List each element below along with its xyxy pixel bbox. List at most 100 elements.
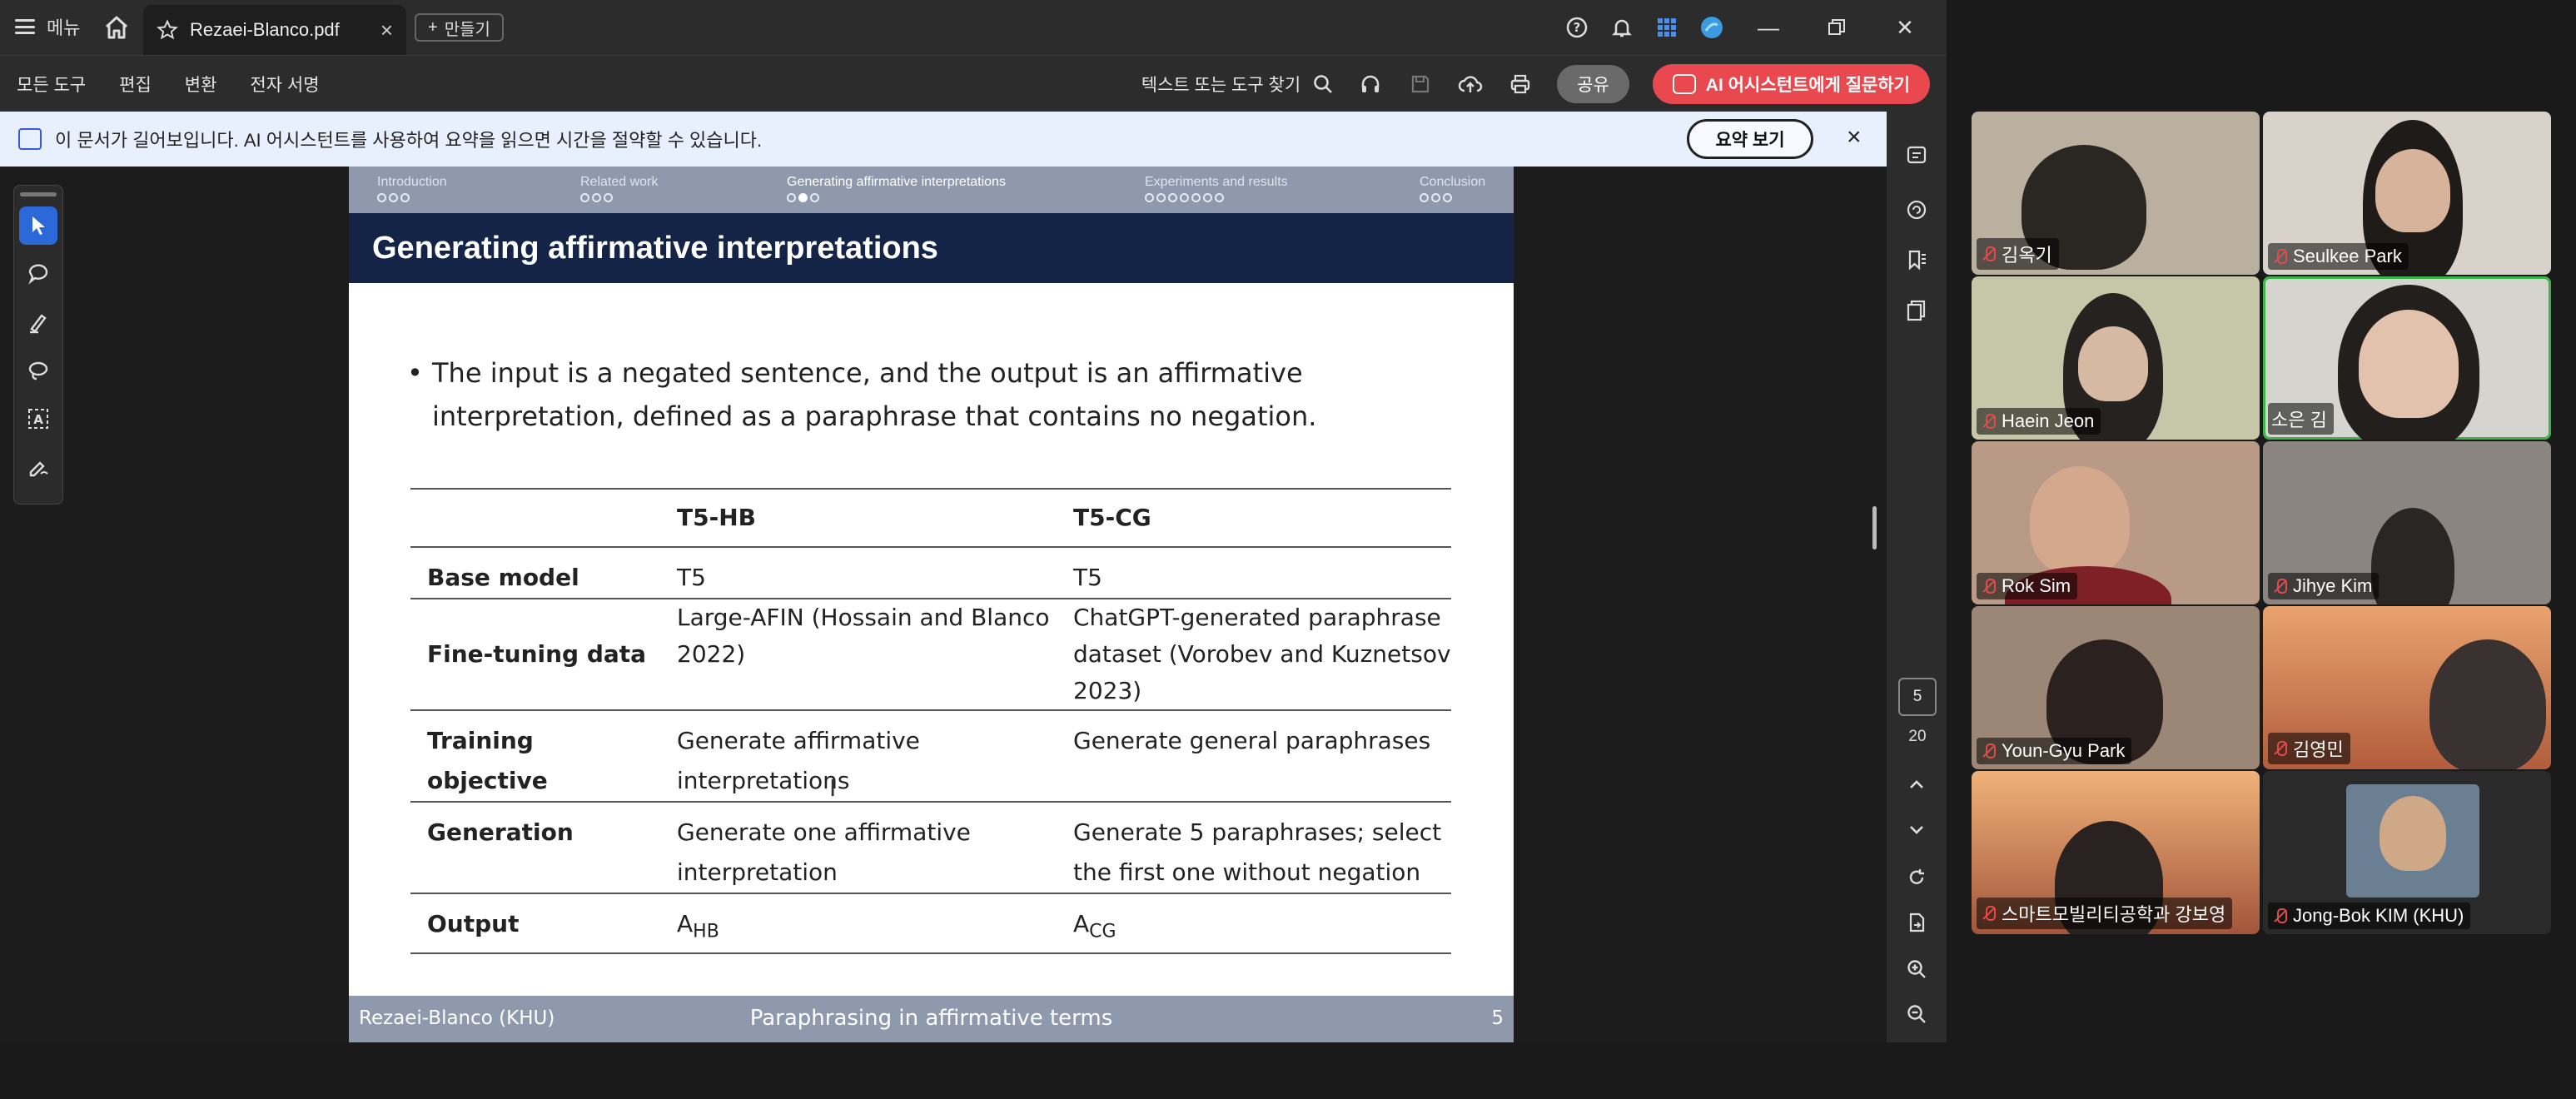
slide-title: Generating affirmative interpretations (349, 213, 1514, 283)
comments-panel-icon[interactable] (1903, 196, 1930, 223)
nav-dot[interactable] (1156, 193, 1166, 202)
apps-grid-icon[interactable] (1654, 14, 1680, 41)
menu-edit[interactable]: 편집 (119, 72, 152, 97)
cell-t5-hb: AHB (660, 893, 1057, 953)
profile-icon[interactable] (1698, 14, 1725, 41)
nav-section-introduction[interactable]: Introduction (377, 175, 447, 202)
home-button[interactable] (100, 12, 133, 43)
nav-section-generating[interactable]: Generating affirmative interpretations (787, 175, 1006, 202)
menu-label: 메뉴 (47, 17, 81, 38)
ai-assistant-label: AI 어시스턴트에게 질문하기 (1705, 76, 1910, 95)
table-row: Output AHB ACG (410, 893, 1451, 953)
participant-name-tag: 김영민 (2268, 733, 2350, 764)
bullet-mark: • (407, 357, 423, 389)
nav-section-conclusion[interactable]: Conclusion (1420, 175, 1485, 202)
nav-dot[interactable] (1431, 193, 1440, 202)
read-aloud-headphones-icon[interactable] (1357, 71, 1384, 97)
nav-dot[interactable] (1180, 193, 1189, 202)
nav-dot[interactable] (580, 193, 589, 202)
nav-dot[interactable] (604, 193, 613, 202)
participant-tile[interactable]: 스마트모빌리티공학과 강보영 (1972, 771, 2260, 934)
nav-dot[interactable] (400, 193, 410, 202)
table-row: Base model T5 T5 (410, 547, 1451, 599)
participant-face (2078, 326, 2148, 401)
zoom-in-icon[interactable] (1903, 956, 1930, 982)
chevron-down-icon[interactable] (1903, 816, 1930, 843)
search-icon (1314, 75, 1333, 93)
nav-dot[interactable] (810, 193, 819, 202)
participant-tile[interactable]: Youn-Gyu Park (1972, 606, 2260, 769)
participant-tile[interactable]: Jong-Bok KIM (KHU) (2263, 771, 2551, 934)
row-label: Training objective (427, 727, 548, 794)
output-symbol: A (677, 910, 694, 937)
view-summary-button[interactable]: 요약 보기 (1687, 119, 1813, 159)
help-icon[interactable]: ? (1564, 14, 1590, 41)
highlight-pen-icon[interactable] (19, 303, 57, 341)
participant-tile-active-speaker[interactable]: 소은 김 (2263, 276, 2551, 440)
nav-dot[interactable] (1215, 193, 1224, 202)
bookmark-panel-icon[interactable] (1903, 246, 1930, 273)
ai-summary-icon[interactable] (1903, 142, 1930, 168)
muted-mic-icon (1980, 904, 1998, 922)
page-extract-icon[interactable] (1903, 909, 1930, 936)
participant-tile[interactable]: Jihye Kim (2263, 441, 2551, 604)
nav-dot[interactable] (377, 193, 386, 202)
view-summary-label: 요약 보기 (1715, 131, 1785, 150)
lasso-draw-icon[interactable] (19, 351, 57, 390)
sign-pen-icon[interactable] (19, 448, 57, 486)
nav-section-related-work[interactable]: Related work (580, 175, 658, 202)
save-icon[interactable] (1407, 71, 1434, 97)
menu-convert[interactable]: 변환 (185, 72, 217, 97)
print-icon[interactable] (1507, 71, 1534, 97)
participant-tile[interactable]: Rok Sim (1972, 441, 2260, 604)
select-tool-cursor-icon[interactable] (19, 206, 57, 245)
participant-tile[interactable]: Seulkee Park (2263, 112, 2551, 275)
rotate-icon[interactable] (1903, 864, 1930, 891)
star-icon[interactable] (157, 19, 178, 41)
vertical-scrollbar-thumb[interactable] (1872, 506, 1877, 550)
output-subscript: HB (693, 921, 719, 942)
participant-name: Youn-Gyu Park (2002, 740, 2126, 761)
menu-e-sign[interactable]: 전자 서명 (250, 72, 319, 97)
svg-text:A: A (33, 412, 43, 427)
nav-dot[interactable] (798, 193, 808, 202)
comment-icon[interactable] (19, 255, 57, 293)
nav-dot[interactable] (389, 193, 398, 202)
bell-icon[interactable] (1609, 14, 1635, 41)
menu-all-tools[interactable]: 모든 도구 (17, 72, 86, 97)
share-button[interactable]: 공유 (1557, 65, 1629, 103)
ai-assistant-button[interactable]: AI 어시스턴트에게 질문하기 (1652, 64, 1930, 104)
notice-close-icon[interactable]: × (1847, 123, 1862, 152)
participant-tile[interactable]: Haein Jeon (1972, 276, 2260, 440)
rail-grip-handle[interactable] (20, 192, 57, 196)
nav-dot[interactable] (1145, 193, 1154, 202)
nav-dot[interactable] (1443, 193, 1452, 202)
nav-dot[interactable] (592, 193, 601, 202)
new-tab-button[interactable]: + 만들기 (415, 13, 504, 42)
pages-panel-icon[interactable] (1903, 296, 1930, 323)
minimize-icon[interactable]: — (1743, 11, 1793, 44)
nav-dot[interactable] (1203, 193, 1212, 202)
close-window-icon[interactable]: ✕ (1880, 11, 1930, 44)
find-tools-search[interactable]: 텍스트 또는 도구 찾기 (1141, 72, 1334, 97)
nav-dot[interactable] (1420, 193, 1429, 202)
table-header-row: T5-HB T5-CG (410, 489, 1451, 547)
new-tab-label: 만들기 (444, 20, 490, 39)
muted-mic-icon (2271, 907, 2290, 925)
participant-tile[interactable]: 김옥기 (1972, 112, 2260, 275)
nav-section-experiments[interactable]: Experiments and results (1145, 175, 1288, 202)
participant-tile[interactable]: 김영민 (2263, 606, 2551, 769)
chevron-up-icon[interactable] (1903, 771, 1930, 798)
restore-icon[interactable] (1812, 11, 1862, 44)
zoom-out-icon[interactable] (1903, 1001, 1930, 1027)
tab-document[interactable]: Rezaei-Blanco.pdf × (143, 5, 406, 55)
nav-dot[interactable] (787, 193, 796, 202)
nav-dot[interactable] (1168, 193, 1177, 202)
tab-close-icon[interactable]: × (380, 17, 393, 43)
text-box-icon[interactable]: A (19, 400, 57, 438)
nav-dot[interactable] (1191, 193, 1201, 202)
menu-button[interactable]: 메뉴 (15, 13, 80, 40)
current-page-input[interactable]: 5 (1898, 678, 1937, 716)
participant-name: Rok Sim (2002, 575, 2071, 596)
cloud-upload-icon[interactable] (1457, 71, 1484, 97)
